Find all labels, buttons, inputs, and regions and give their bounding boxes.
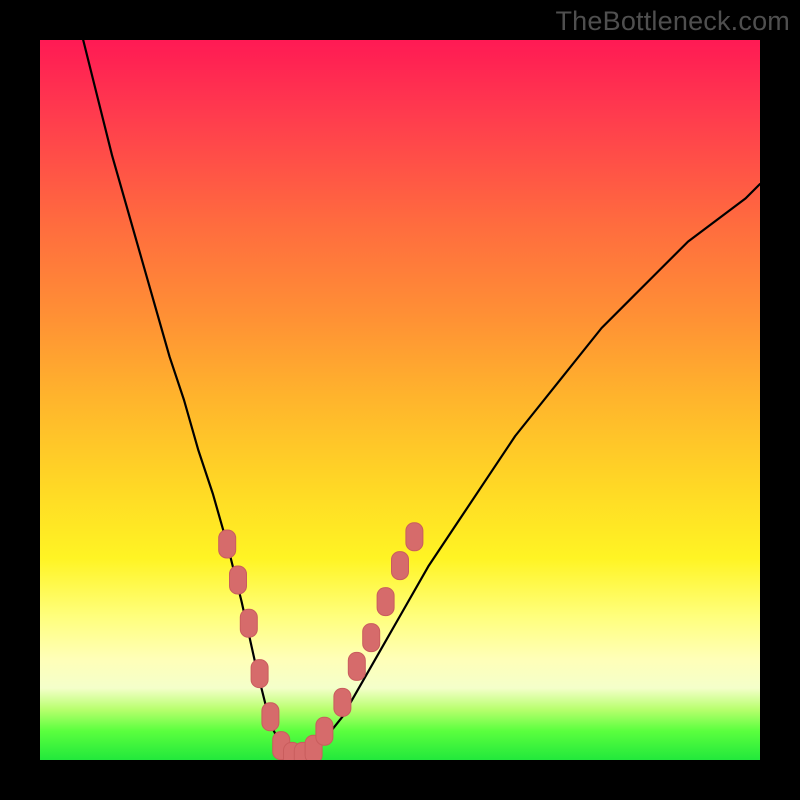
- marker-dot: [348, 652, 365, 680]
- bottleneck-curve: [83, 40, 760, 760]
- plot-area: [40, 40, 760, 760]
- marker-dot: [363, 624, 380, 652]
- curve-layer: [40, 40, 760, 760]
- watermark-text: TheBottleneck.com: [555, 6, 790, 37]
- chart-frame: TheBottleneck.com: [0, 0, 800, 800]
- marker-dot: [392, 552, 409, 580]
- marker-dot: [219, 530, 236, 558]
- marker-dot: [406, 523, 423, 551]
- marker-dot: [377, 588, 394, 616]
- marker-dot: [251, 660, 268, 688]
- marker-dot: [316, 717, 333, 745]
- marker-dot: [334, 688, 351, 716]
- marker-dot: [262, 703, 279, 731]
- marker-dot: [230, 566, 247, 594]
- marker-dot: [240, 609, 257, 637]
